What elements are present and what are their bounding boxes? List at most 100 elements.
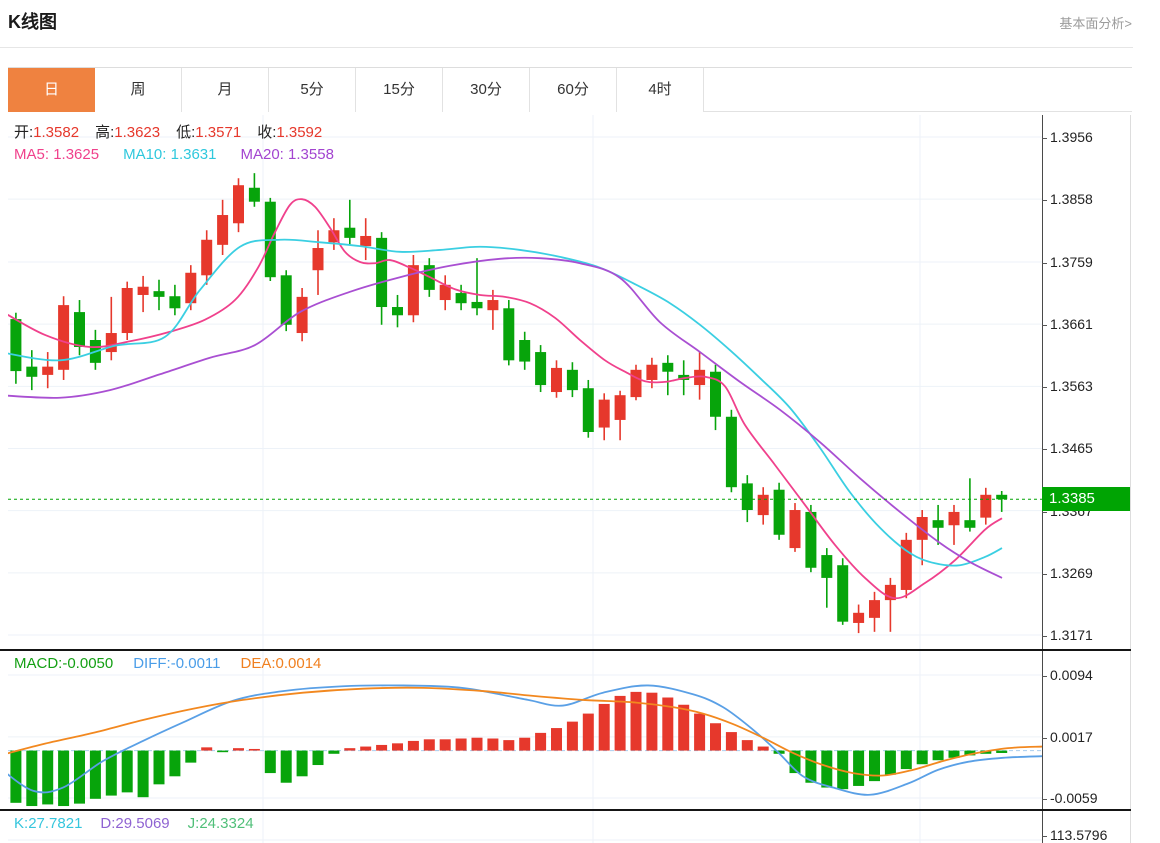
candle-body bbox=[248, 187, 260, 202]
macd-bar bbox=[853, 750, 865, 786]
candle-body bbox=[360, 235, 372, 247]
macd-bar bbox=[233, 748, 244, 751]
macd-bar bbox=[614, 695, 626, 751]
fundamental-analysis-link[interactable]: 基本面分析> bbox=[1059, 13, 1132, 32]
macd-tick-label: 0.0094 bbox=[1042, 667, 1093, 683]
ohlc-low: 低:1.3571 bbox=[176, 124, 242, 141]
kline-page: K线图 基本面分析> 日周月 5分 15分 30分 60分 4时 开:1.3582 高:1… bbox=[0, 0, 1160, 843]
candle-body bbox=[980, 494, 992, 518]
candle-body bbox=[614, 395, 626, 420]
macd-bar bbox=[646, 692, 658, 751]
candle-body bbox=[201, 239, 213, 276]
right-border-line bbox=[1130, 115, 1131, 843]
macd-bar bbox=[439, 739, 451, 751]
candle-body bbox=[296, 296, 308, 334]
price-tick-label: 1.3759 bbox=[1042, 254, 1093, 270]
tab-5分[interactable]: 5分 bbox=[269, 68, 356, 112]
macd-bar bbox=[376, 744, 388, 751]
candle-body bbox=[853, 612, 865, 623]
candle-body bbox=[662, 362, 674, 372]
macd-bar bbox=[455, 738, 467, 751]
candle-body bbox=[566, 369, 578, 391]
period-tabbar: 日周月 5分 15分 30分 60分 4时 bbox=[8, 67, 1132, 112]
macd-bar bbox=[566, 721, 578, 751]
macd-info-bar: MACD:-0.0050 DIFF:-0.0011 DEA:0.0014 bbox=[14, 655, 321, 672]
macd-bar bbox=[169, 750, 181, 777]
tab-日[interactable]: 日 bbox=[8, 68, 95, 112]
price-tick-label: 1.3171 bbox=[1042, 627, 1093, 643]
macd-bar bbox=[344, 748, 356, 751]
macd-bar bbox=[503, 740, 515, 751]
candle-body bbox=[932, 520, 944, 528]
candle-body bbox=[105, 333, 117, 353]
candle-body bbox=[471, 301, 483, 309]
macd-bar bbox=[598, 703, 610, 751]
macd-bar bbox=[264, 750, 276, 774]
candle-body bbox=[280, 275, 292, 325]
macd-bar bbox=[535, 732, 547, 751]
macd-bar bbox=[582, 713, 594, 751]
header-divider bbox=[0, 47, 1133, 48]
candle-body bbox=[233, 185, 244, 224]
main-macd-separator bbox=[0, 649, 1131, 651]
kdj-d-value: D:29.5069 bbox=[100, 815, 170, 832]
candle-body bbox=[137, 286, 149, 295]
macd-bar bbox=[884, 750, 896, 775]
macd-bar bbox=[757, 746, 769, 751]
price-tick-label: 1.3858 bbox=[1042, 191, 1093, 207]
candle-body bbox=[646, 364, 658, 380]
price-tick-label: 1.3563 bbox=[1042, 378, 1093, 394]
macd-bar bbox=[58, 750, 70, 807]
candle-body bbox=[503, 308, 515, 361]
dea-value: DEA:0.0014 bbox=[240, 655, 322, 672]
macd-bar bbox=[137, 750, 149, 798]
macd-bar bbox=[360, 746, 372, 751]
macd-bar bbox=[471, 737, 483, 751]
macd-bar bbox=[551, 728, 562, 751]
ma5-value: MA5: 1.3625 bbox=[14, 146, 100, 163]
candle-body bbox=[741, 483, 753, 511]
tab-60分[interactable]: 60分 bbox=[530, 68, 617, 112]
macd-bar bbox=[185, 750, 197, 763]
macd-bar bbox=[694, 713, 706, 751]
ma-info-bar: MA5: 1.3625 MA10: 1.3631 MA20: 1.3558 bbox=[14, 146, 334, 163]
candle-body bbox=[121, 287, 133, 334]
candle-body bbox=[948, 511, 960, 526]
tab-月[interactable]: 月 bbox=[182, 68, 269, 112]
candle-body bbox=[964, 520, 976, 528]
macd-bar bbox=[932, 750, 944, 761]
price-tick-label: 1.3465 bbox=[1042, 440, 1093, 456]
kdj-k-value: K:27.7821 bbox=[14, 815, 83, 832]
macd-plot bbox=[8, 650, 1042, 810]
candle-body bbox=[312, 248, 324, 271]
candle-body bbox=[217, 215, 229, 245]
tab-15分[interactable]: 15分 bbox=[356, 68, 443, 112]
macd-bar bbox=[996, 750, 1008, 753]
diff-value: DIFF:-0.0011 bbox=[133, 655, 221, 672]
candle-body bbox=[153, 291, 165, 297]
candle-body bbox=[519, 340, 531, 362]
candle-body bbox=[869, 600, 880, 618]
macd-bar bbox=[328, 750, 340, 754]
macd-bar bbox=[900, 750, 912, 770]
macd-bar bbox=[153, 750, 165, 785]
macd-bar bbox=[312, 750, 324, 766]
tab-周[interactable]: 周 bbox=[95, 68, 182, 112]
tabbar-filler bbox=[704, 68, 1132, 112]
candle-body bbox=[805, 511, 817, 568]
ma20-line bbox=[8, 256, 1003, 579]
macd-bar bbox=[869, 750, 880, 782]
ohlc-open: 开:1.3582 bbox=[14, 124, 80, 141]
tab-4时[interactable]: 4时 bbox=[617, 68, 704, 112]
macd-bar bbox=[201, 747, 213, 751]
macd-bar bbox=[217, 750, 229, 753]
candle-body bbox=[42, 366, 54, 375]
macd-bar bbox=[89, 750, 101, 799]
ma10-line bbox=[8, 238, 1003, 567]
tab-30分[interactable]: 30分 bbox=[443, 68, 530, 112]
candle-body bbox=[10, 319, 22, 372]
ohlc-info-bar: 开:1.3582 高:1.3623 低:1.3571 收:1.3592 bbox=[14, 121, 322, 142]
candle-body bbox=[551, 367, 562, 393]
candle-body bbox=[487, 300, 499, 311]
macd-bar bbox=[519, 737, 531, 751]
